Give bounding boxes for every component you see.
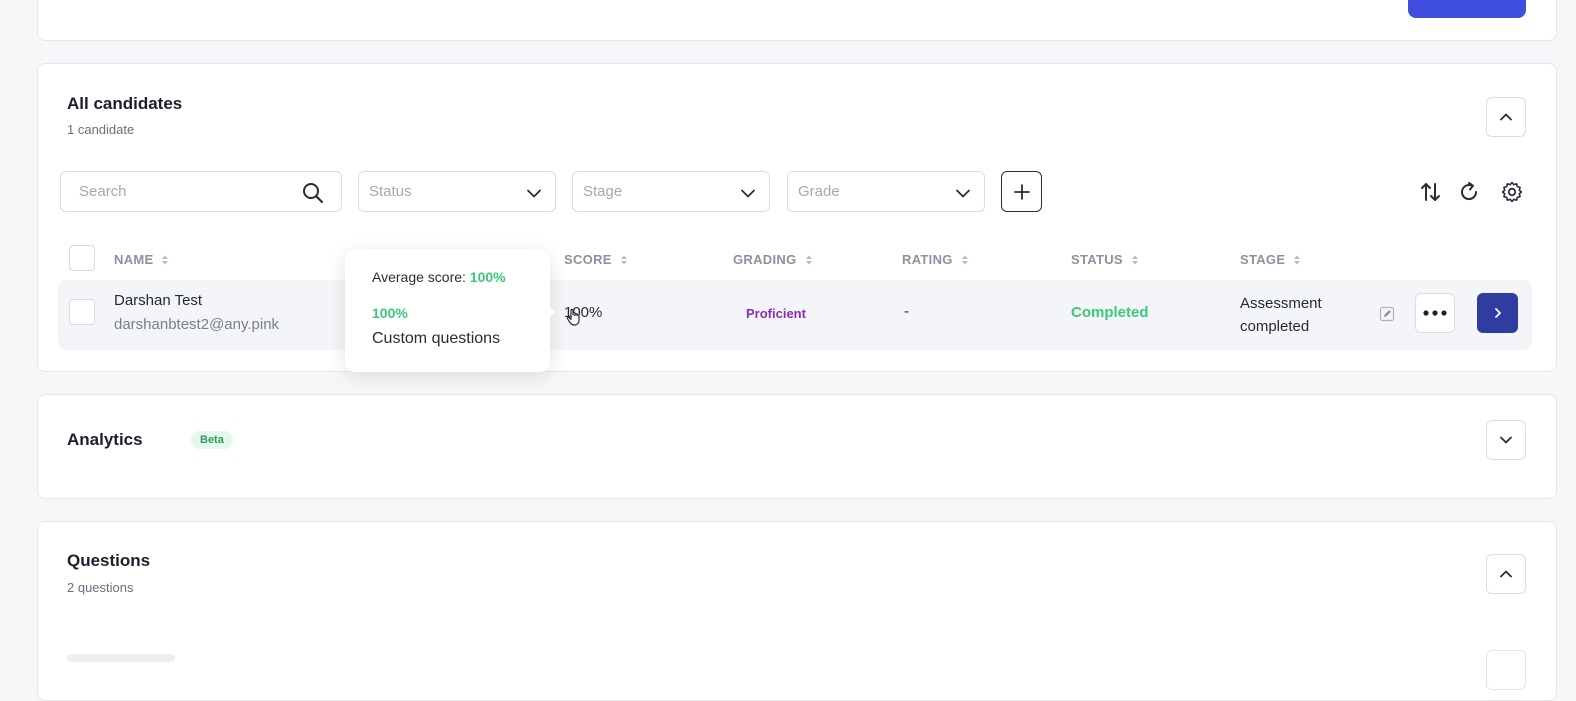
- status-badge: Completed: [1071, 304, 1149, 321]
- table-row[interactable]: Darshan Test darshanbtest2@any.pink 100%…: [58, 280, 1532, 350]
- add-filter-button[interactable]: [1001, 171, 1042, 212]
- more-dots-icon: [1423, 310, 1447, 316]
- questions-count: 2 questions: [67, 580, 134, 595]
- candidates-card: All candidates 1 candidate Search Status…: [37, 63, 1557, 372]
- score-tooltip: Average score: 100% 100% Custom question…: [345, 250, 550, 372]
- tooltip-average: Average score: 100%: [372, 269, 506, 285]
- column-label-status: STATUS: [1071, 252, 1123, 267]
- sort-arrows-icon: [1294, 255, 1301, 264]
- column-header-stage[interactable]: STAGE: [1240, 252, 1301, 267]
- primary-action-button[interactable]: [1408, 0, 1526, 18]
- tooltip-average-value: 100%: [469, 269, 506, 285]
- grade-placeholder: Grade: [798, 183, 840, 200]
- column-header-score[interactable]: SCORE: [564, 252, 628, 267]
- sort-arrows-icon: [805, 255, 812, 264]
- search-input[interactable]: Search: [60, 171, 342, 212]
- stage-filter-select[interactable]: Stage: [572, 171, 770, 212]
- row-checkbox[interactable]: [69, 299, 95, 325]
- questions-card: Questions 2 questions: [37, 521, 1557, 701]
- chevron-up-icon: [1500, 113, 1512, 121]
- status-placeholder: Status: [369, 183, 412, 200]
- column-header-name[interactable]: NAME: [114, 252, 169, 267]
- column-label-name: NAME: [114, 252, 154, 267]
- search-placeholder: Search: [79, 183, 127, 200]
- column-label-grading: GRADING: [733, 252, 797, 267]
- candidate-rating: -: [904, 303, 909, 320]
- sort-icon[interactable]: [1419, 180, 1443, 204]
- more-actions-button[interactable]: [1415, 293, 1455, 333]
- select-all-checkbox[interactable]: [69, 245, 95, 271]
- analytics-title: Analytics: [67, 430, 143, 449]
- chevron-up-icon: [1500, 570, 1512, 578]
- candidates-title: All candidates: [67, 94, 183, 113]
- refresh-icon[interactable]: [1457, 180, 1481, 204]
- chevron-down-icon: [956, 189, 970, 198]
- sort-arrows-icon: [620, 255, 627, 264]
- column-label-stage: STAGE: [1240, 252, 1286, 267]
- sort-arrows-icon: [1131, 255, 1138, 264]
- chevron-down-icon: [1500, 436, 1512, 444]
- grading-badge: Proficient: [746, 306, 806, 321]
- chevron-down-icon: [741, 189, 755, 198]
- stage-placeholder: Stage: [583, 183, 623, 200]
- open-candidate-button[interactable]: [1477, 293, 1518, 333]
- plus-icon: [1013, 183, 1030, 200]
- column-header-rating[interactable]: RATING: [902, 252, 969, 267]
- questions-title: Questions: [67, 551, 151, 570]
- column-header-status[interactable]: STATUS: [1071, 252, 1139, 267]
- tooltip-average-label: Average score:: [372, 269, 466, 285]
- chevron-down-icon: [527, 189, 541, 198]
- top-card: [37, 0, 1557, 41]
- candidate-email: darshanbtest2@any.pink: [114, 316, 280, 333]
- status-filter-select[interactable]: Status: [358, 171, 556, 212]
- chevron-right-icon: [1494, 308, 1501, 318]
- sort-arrows-icon: [162, 255, 169, 264]
- tooltip-section-score: 100%: [372, 305, 408, 321]
- questions-collapse-button[interactable]: [1486, 554, 1526, 594]
- question-item-button[interactable]: [1486, 650, 1526, 690]
- gear-icon[interactable]: [1500, 180, 1524, 204]
- edit-icon[interactable]: [1379, 306, 1395, 322]
- search-icon[interactable]: [301, 181, 325, 205]
- hand-cursor-icon: [566, 308, 580, 326]
- candidates-collapse-button[interactable]: [1486, 97, 1526, 137]
- sort-arrows-icon: [961, 255, 968, 264]
- candidates-count: 1 candidate: [67, 122, 135, 137]
- column-label-score: SCORE: [564, 252, 612, 267]
- beta-badge: Beta: [191, 431, 233, 449]
- analytics-expand-button[interactable]: [1486, 420, 1526, 460]
- analytics-card: Analytics Beta: [37, 394, 1557, 499]
- tooltip-arrow: [549, 306, 555, 318]
- column-header-grading[interactable]: GRADING: [733, 252, 813, 267]
- grade-filter-select[interactable]: Grade: [787, 171, 985, 212]
- tooltip-section-name: Custom questions: [372, 330, 501, 347]
- column-label-rating: RATING: [902, 252, 953, 267]
- candidate-name[interactable]: Darshan Test: [114, 292, 202, 309]
- candidate-stage: Assessment completed: [1240, 295, 1322, 335]
